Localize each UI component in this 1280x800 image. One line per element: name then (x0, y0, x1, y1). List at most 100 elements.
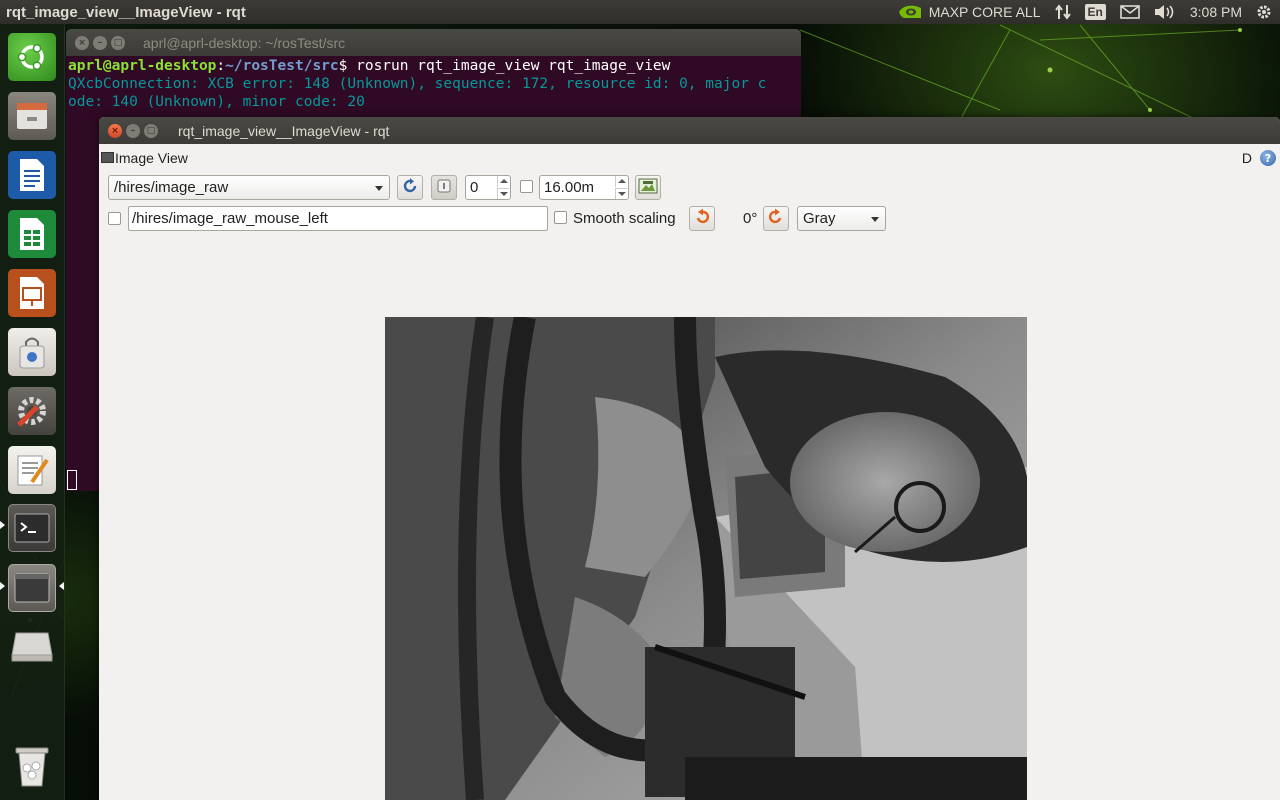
terminal-close-button[interactable]: × (75, 35, 89, 50)
keyboard-layout-indicator[interactable]: En (1084, 4, 1106, 20)
launcher-system-settings[interactable] (6, 385, 58, 437)
maximize-icon: □ (113, 37, 123, 48)
color-scheme-value: Gray (803, 210, 836, 227)
dock-widget-icon[interactable] (101, 152, 114, 163)
help-glyph: ? (1264, 151, 1272, 165)
launcher-text-editor[interactable] (6, 444, 58, 496)
terminal-prompt-separator: : (216, 58, 226, 74)
smooth-scaling-label: Smooth scaling (573, 210, 676, 227)
network-indicator[interactable] (1054, 3, 1071, 21)
smooth-scaling-checkbox[interactable] (554, 211, 567, 224)
dock-title: Image View (115, 150, 188, 166)
text-editor-icon (8, 446, 56, 494)
libreoffice-writer-icon (8, 151, 56, 199)
max-range-spinbox[interactable]: 16.00m (539, 175, 629, 200)
terminal-error-line-2: ode: 140 (Unknown), minor code: 20 (68, 94, 365, 110)
close-icon: × (111, 125, 119, 136)
rotate-left-icon (693, 208, 711, 230)
launcher (0, 24, 65, 800)
launcher-trash[interactable] (6, 740, 58, 792)
messaging-indicator[interactable] (1120, 5, 1140, 19)
minimize-icon: – (130, 125, 136, 136)
keyboard-layout-badge: En (1084, 4, 1106, 20)
maximize-icon: □ (146, 125, 156, 136)
topic-selected-value: /hires/image_raw (114, 179, 229, 196)
color-scheme-combobox[interactable]: Gray (797, 206, 886, 231)
help-icon[interactable]: ? (1260, 150, 1276, 166)
launcher-ubuntu-dash[interactable] (6, 31, 58, 83)
publish-mouse-checkbox[interactable] (108, 212, 121, 225)
camera-image (385, 317, 1027, 800)
launcher-drive[interactable] (6, 620, 58, 672)
launcher-rqt-window[interactable] (6, 562, 58, 614)
terminal-maximize-button[interactable]: □ (111, 35, 125, 50)
volume-icon (1154, 4, 1176, 20)
terminal-prompt-user: aprl@aprl-desktop (68, 58, 217, 74)
dynamic-range-checkbox[interactable] (520, 180, 533, 193)
rotation-label: 0° (743, 210, 758, 227)
terminal-running-pip (0, 521, 5, 529)
libreoffice-calc-icon (8, 210, 56, 258)
nvidia-icon (897, 3, 923, 21)
launcher-impress[interactable] (6, 267, 58, 319)
rqt-running-pip-left (0, 582, 5, 590)
settings-wrench-icon (8, 387, 56, 435)
rqt-minimize-button[interactable]: – (126, 123, 140, 138)
dock-d-button[interactable]: D (1242, 150, 1252, 166)
mouse-topic-value: /hires/image_raw_mouse_left (132, 210, 328, 227)
rqt-close-button[interactable]: × (108, 123, 122, 138)
zoom-1-button[interactable] (431, 175, 457, 200)
session-indicator[interactable] (1256, 4, 1272, 20)
terminal-command: rosrun rqt_image_view rqt_image_view (356, 58, 671, 74)
terminal-titlebar[interactable]: × – □ aprl@aprl-desktop: ~/rosTest/src (66, 29, 801, 56)
launcher-writer[interactable] (6, 149, 58, 201)
minimize-icon: – (97, 37, 103, 48)
mail-icon (1120, 5, 1140, 19)
top-panel-window-title: rqt_image_view__ImageView - rqt (6, 3, 246, 21)
close-icon: × (78, 37, 86, 48)
save-image-button[interactable] (635, 175, 661, 200)
terminal-minimize-button[interactable]: – (93, 35, 107, 50)
rqt-image-view-window[interactable]: × – □ rqt_image_view__ImageView - rqt Im… (99, 117, 1280, 800)
clock-indicator[interactable]: 3:08 PM (1190, 4, 1242, 20)
ubuntu-logo-icon (8, 33, 56, 81)
rqt-titlebar[interactable]: × – □ rqt_image_view__ImageView - rqt (99, 117, 1280, 144)
terminal-error-line-1: QXcbConnection: XCB error: 148 (Unknown)… (68, 76, 767, 92)
top-panel: rqt_image_view__ImageView - rqt MAXP COR… (0, 0, 1280, 24)
terminal-output[interactable]: aprl@aprl-desktop:~/rosTest/src$ rosrun … (66, 56, 801, 112)
nvidia-indicator[interactable]: MAXP CORE ALL (897, 3, 1041, 21)
rqt-maximize-button[interactable]: □ (144, 123, 158, 138)
refresh-icon (401, 177, 419, 199)
rqt-focused-pip-right (59, 582, 64, 590)
frame-spinbox[interactable]: 0 (465, 175, 511, 200)
mouse-topic-input[interactable]: /hires/image_raw_mouse_left (128, 206, 548, 231)
topic-combobox[interactable]: /hires/image_raw (108, 175, 390, 200)
launcher-files[interactable] (6, 90, 58, 142)
spin-up-arrow-icon[interactable] (497, 176, 509, 187)
chevron-down-icon (375, 186, 383, 191)
launcher-terminal[interactable] (6, 502, 58, 554)
terminal-cursor (67, 470, 77, 490)
spin-down-arrow-icon[interactable] (497, 188, 509, 199)
max-range-value: 16.00m (544, 179, 595, 196)
dock-title-bar[interactable]: Image View D ? (99, 149, 1280, 169)
terminal-title: aprl@aprl-desktop: ~/rosTest/src (143, 34, 346, 51)
drive-icon (8, 622, 56, 670)
rqt-window-title: rqt_image_view__ImageView - rqt (178, 122, 390, 139)
terminal-prompt-path: ~/rosTest/src (225, 58, 339, 74)
spin-down-arrow-icon[interactable] (615, 188, 627, 199)
rotate-right-button[interactable] (763, 206, 789, 231)
spin-up-arrow-icon[interactable] (615, 176, 627, 187)
launcher-software-center[interactable] (6, 326, 58, 378)
sound-indicator[interactable] (1154, 4, 1176, 20)
rotate-left-button[interactable] (689, 206, 715, 231)
terminal-prompt-dollar: $ (338, 58, 357, 74)
system-tray: MAXP CORE ALL En 3:08 PM (897, 0, 1280, 24)
shopping-bag-icon (8, 328, 56, 376)
trash-icon (8, 742, 56, 790)
image-display[interactable] (385, 317, 1027, 800)
refresh-topics-button[interactable] (397, 175, 423, 200)
launcher-calc[interactable] (6, 208, 58, 260)
clock-label: 3:08 PM (1189, 4, 1242, 20)
save-image-icon (638, 177, 658, 199)
